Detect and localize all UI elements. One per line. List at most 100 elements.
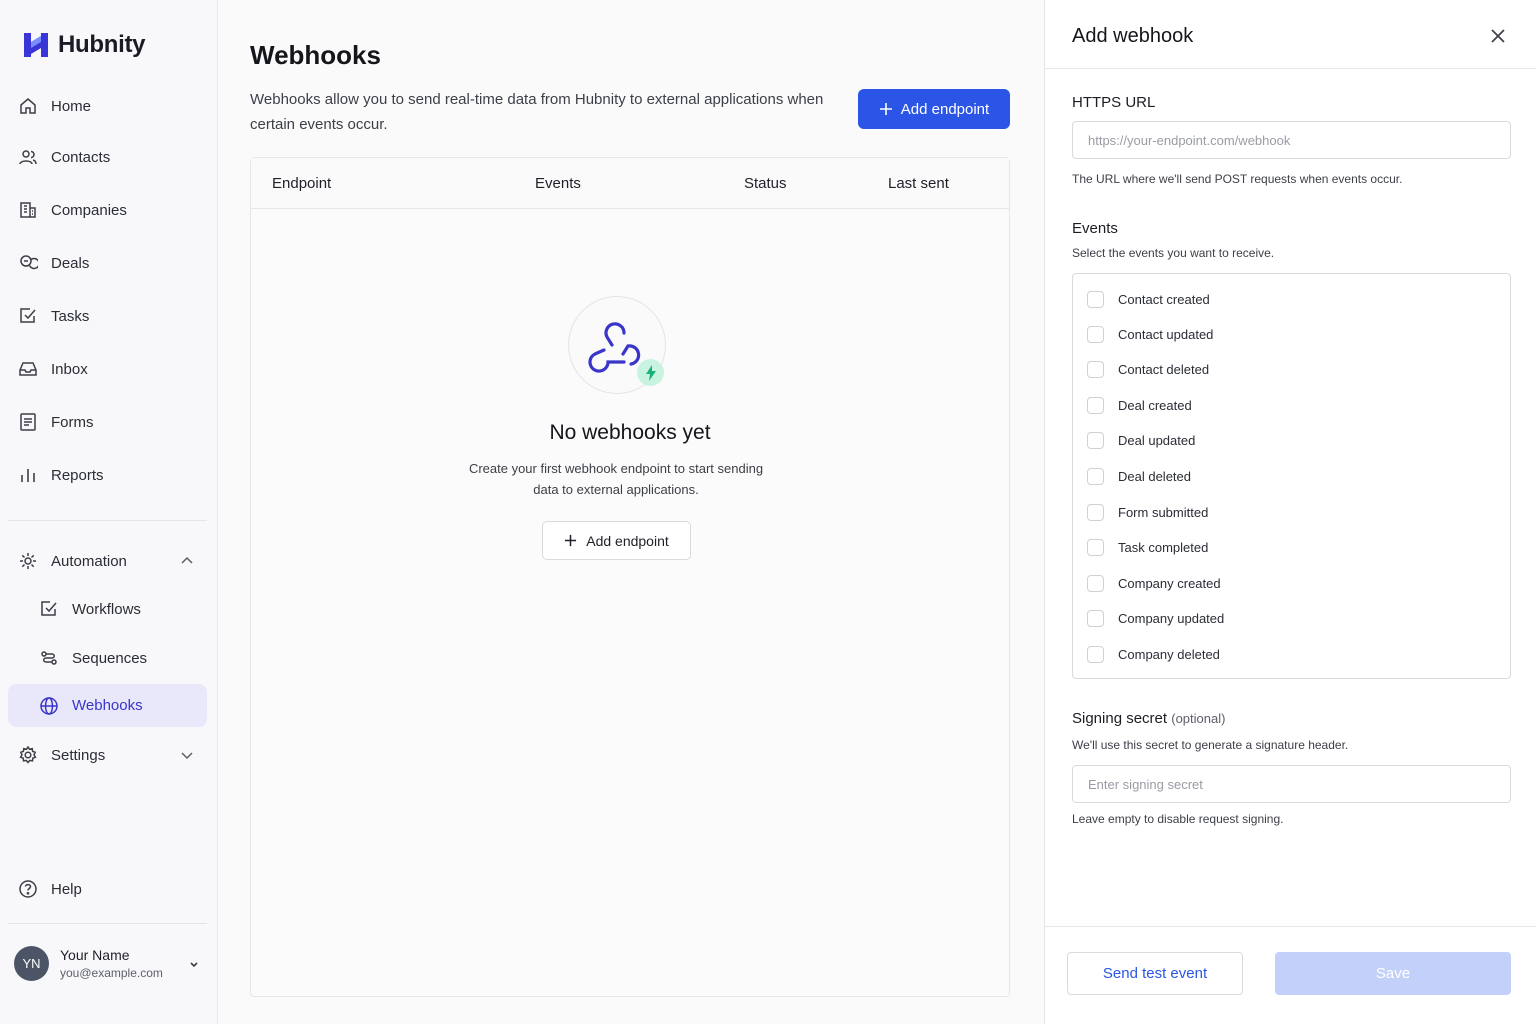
sidebar-item-label: Inbox [51, 360, 88, 378]
sidebar-item-settings[interactable]: Settings [8, 734, 207, 776]
coins-icon [20, 255, 38, 270]
panel-header: Add webhook [1045, 0, 1536, 69]
automation-icon [20, 553, 36, 569]
add-webhook-panel: Add webhook HTTPS URL https://your-endpo… [1044, 0, 1536, 1024]
event-label: Company created [1118, 576, 1221, 591]
sidebar-item-reports[interactable]: Reports [8, 454, 207, 496]
hubnity-logo-icon [24, 33, 48, 57]
event-option-contact-updated[interactable]: Contact updated [1087, 326, 1213, 343]
plus-icon [565, 534, 577, 547]
event-option-deal-updated[interactable]: Deal updated [1087, 432, 1195, 449]
form-icon [20, 413, 36, 431]
user-email: you@example.com [60, 966, 163, 980]
event-option-form-submitted[interactable]: Form submitted [1087, 504, 1208, 521]
event-option-deal-deleted[interactable]: Deal deleted [1087, 468, 1191, 485]
checkbox[interactable] [1087, 432, 1104, 449]
sidebar-item-label: Webhooks [72, 697, 143, 714]
sidebar-item-deals[interactable]: Deals [8, 242, 207, 284]
event-option-task-completed[interactable]: Task completed [1087, 539, 1208, 556]
checkbox[interactable] [1087, 539, 1104, 556]
empty-state-description: Create your first webhook endpoint to st… [468, 461, 764, 497]
close-icon[interactable] [1488, 26, 1508, 46]
add-endpoint-button[interactable]: Add endpoint [858, 89, 1010, 129]
sidebar-item-label: Automation [51, 552, 127, 570]
plus-icon [879, 103, 892, 115]
webhooks-table: Endpoint Events Status Last sent No webh… [250, 157, 1010, 997]
checkbox[interactable] [1087, 326, 1104, 343]
checkbox[interactable] [1087, 575, 1104, 592]
url-help-text: The URL where we'll send POST requests w… [1072, 172, 1403, 186]
column-header-status[interactable]: Status [744, 175, 787, 192]
event-label: Deal deleted [1118, 469, 1191, 484]
checkbox[interactable] [1087, 646, 1104, 663]
url-placeholder: https://your-endpoint.com/webhook [1088, 132, 1291, 148]
signing-secret-placeholder: Enter signing secret [1088, 776, 1203, 792]
events-checklist: Contact created Contact updated Contact … [1072, 273, 1511, 679]
sidebar-item-automation[interactable]: Automation [8, 540, 207, 582]
checkbox[interactable] [1087, 397, 1104, 414]
column-header-last-sent[interactable]: Last sent [888, 175, 949, 192]
empty-state-illustration [568, 296, 666, 394]
sidebar-item-help[interactable]: Help [8, 868, 207, 910]
url-label: HTTPS URL [1072, 94, 1156, 111]
sidebar-item-contacts[interactable]: Contacts [8, 136, 207, 178]
app-logo[interactable]: Hubnity [22, 30, 146, 60]
event-label: Deal updated [1118, 433, 1196, 448]
event-option-company-deleted[interactable]: Company deleted [1087, 646, 1220, 663]
optional-tag: (optional) [1171, 711, 1226, 726]
empty-add-endpoint-button[interactable]: Add endpoint [542, 521, 691, 560]
sidebar-item-label: Companies [51, 201, 127, 219]
sidebar-divider [8, 520, 207, 521]
panel-title: Add webhook [1072, 25, 1194, 47]
help-circle-icon [19, 880, 37, 898]
event-option-contact-deleted[interactable]: Contact deleted [1087, 361, 1209, 378]
event-option-deal-created[interactable]: Deal created [1087, 397, 1192, 414]
home-icon [20, 98, 36, 114]
lightning-icon [645, 364, 656, 381]
globe-icon [40, 696, 58, 715]
chevron-down-icon[interactable] [179, 747, 195, 763]
event-label: Company updated [1118, 611, 1225, 626]
workflow-icon [41, 601, 57, 616]
sidebar-item-label: Reports [51, 466, 104, 484]
event-label: Form submitted [1118, 505, 1209, 520]
event-label: Deal created [1118, 398, 1192, 413]
signing-secret-title: Signing secret [1072, 710, 1168, 727]
url-input[interactable]: https://your-endpoint.com/webhook [1072, 121, 1511, 159]
checkbox[interactable] [1087, 361, 1104, 378]
checkbox[interactable] [1087, 504, 1104, 521]
sidebar-item-sequences[interactable]: Sequences [8, 637, 207, 679]
sidebar-item-webhooks[interactable]: Webhooks [8, 684, 207, 727]
save-button[interactable]: Save [1275, 952, 1511, 995]
checkbox[interactable] [1087, 468, 1104, 485]
sequence-icon [41, 651, 57, 665]
empty-state-title: No webhooks yet [549, 421, 711, 444]
column-header-events[interactable]: Events [535, 175, 581, 192]
sidebar-item-label: Contacts [51, 148, 111, 166]
send-test-event-button[interactable]: Send test event [1067, 952, 1243, 995]
sidebar-divider [8, 923, 207, 924]
sidebar-item-tasks[interactable]: Tasks [8, 295, 207, 337]
sidebar-item-forms[interactable]: Forms [8, 401, 207, 443]
user-menu[interactable]: YN Your Name you@example.com [14, 946, 204, 981]
signing-secret-input[interactable]: Enter signing secret [1072, 765, 1511, 803]
inbox-icon [19, 362, 37, 376]
sidebar-item-inbox[interactable]: Inbox [8, 348, 207, 390]
sidebar-item-home[interactable]: Home [8, 85, 207, 127]
gear-icon [19, 745, 37, 764]
event-option-contact-created[interactable]: Contact created [1087, 291, 1210, 308]
add-endpoint-label: Add endpoint [900, 100, 990, 118]
checkbox[interactable] [1087, 610, 1104, 627]
checkbox[interactable] [1087, 291, 1104, 308]
event-option-company-updated[interactable]: Company updated [1087, 610, 1224, 627]
chevron-down-icon[interactable] [188, 958, 200, 970]
chevron-up-icon[interactable] [179, 553, 195, 569]
sidebar-item-label: Settings [51, 746, 106, 764]
sidebar-item-workflows[interactable]: Workflows [8, 588, 207, 630]
table-header: Endpoint Events Status Last sent [251, 158, 1009, 209]
sidebar-item-companies[interactable]: Companies [8, 189, 207, 231]
event-option-company-created[interactable]: Company created [1087, 575, 1221, 592]
signing-secret-label: Signing secret (optional) [1072, 710, 1225, 727]
bar-chart-icon [21, 469, 35, 482]
column-header-endpoint[interactable]: Endpoint [272, 175, 331, 192]
